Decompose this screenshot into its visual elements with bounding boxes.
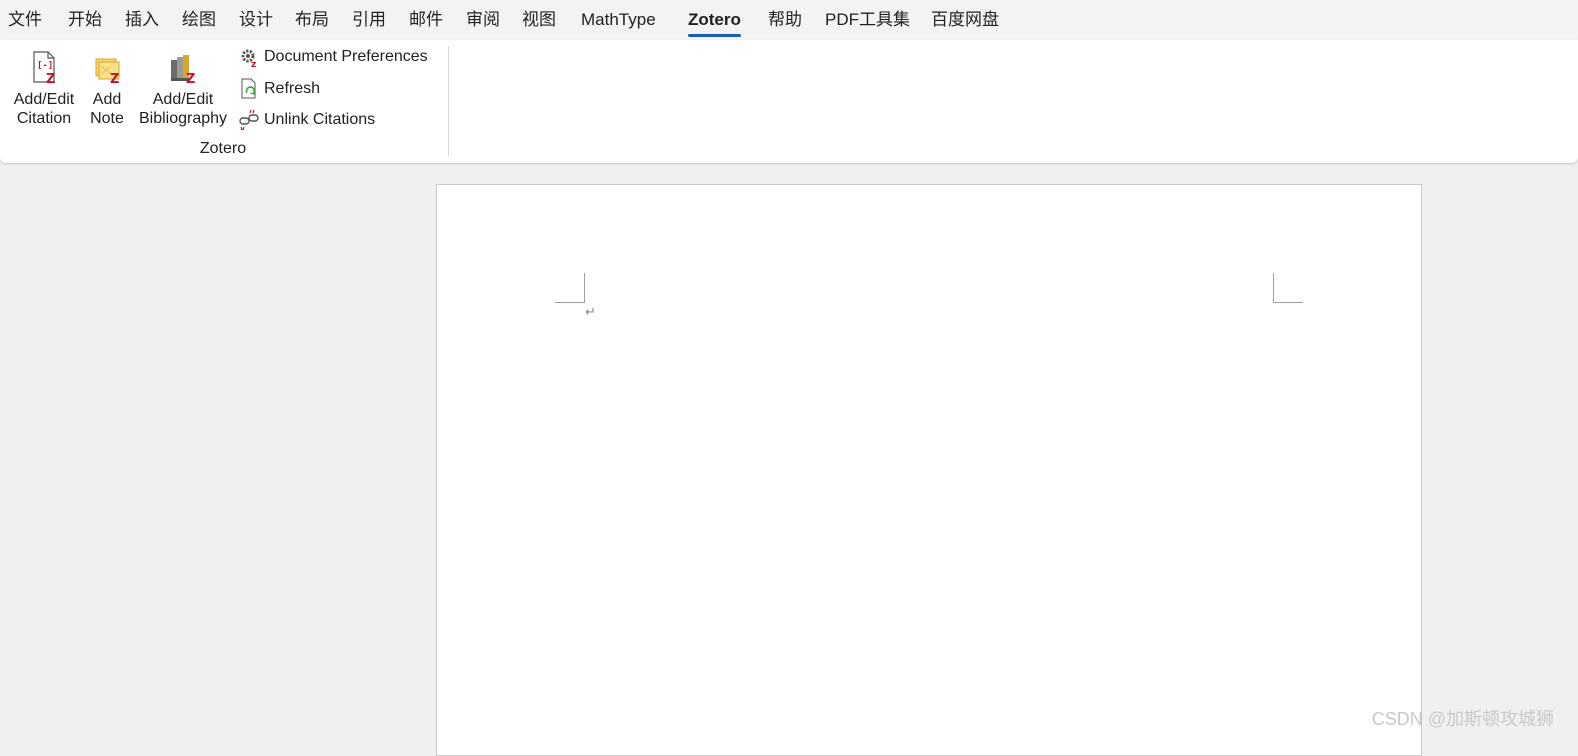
- svg-text:Z: Z: [186, 72, 195, 86]
- add-note-icon: Z: [95, 58, 120, 86]
- svg-text:Z: Z: [110, 72, 119, 86]
- add-edit-citation-button[interactable]: [-] Z Add/Edit Citation: [10, 50, 78, 128]
- refresh-button[interactable]: Refresh: [238, 76, 320, 102]
- add-edit-citation-label-line2: Citation: [16, 110, 72, 127]
- unlink-citations-button[interactable]: Unlink Citations: [238, 107, 375, 133]
- tab-help[interactable]: 帮助: [768, 8, 802, 32]
- svg-text:[-]: [-]: [37, 61, 53, 71]
- document-preferences-button[interactable]: z Document Preferences: [238, 44, 428, 70]
- add-edit-bibliography-button[interactable]: Z Add/Edit Bibliography: [136, 50, 230, 128]
- gear-icon: z: [241, 49, 256, 68]
- svg-text:Z: Z: [46, 72, 55, 86]
- add-edit-bibliography-icon: Z: [171, 55, 195, 86]
- refresh-icon: [241, 78, 256, 99]
- add-note-button[interactable]: Z Add Note: [86, 50, 128, 128]
- margin-corner-mark-left: [555, 273, 585, 303]
- unlink-citations-label: Unlink Citations: [264, 111, 376, 128]
- add-edit-bibliography-label-line1: Add/Edit: [152, 91, 214, 108]
- tab-zotero[interactable]: Zotero: [688, 8, 741, 37]
- refresh-label: Refresh: [264, 80, 321, 97]
- document-page[interactable]: ↵: [436, 184, 1422, 756]
- add-edit-bibliography-label-line2: Bibliography: [138, 110, 228, 127]
- add-note-label-line1: Add: [92, 91, 122, 108]
- tab-layout[interactable]: 布局: [295, 8, 329, 32]
- tab-home[interactable]: 开始: [68, 8, 102, 32]
- zotero-ribbon: [-] Z Add/Edit Citation Z Add Note Z Add…: [0, 40, 1578, 163]
- tab-review[interactable]: 审阅: [466, 8, 500, 32]
- tab-draw[interactable]: 绘图: [182, 8, 216, 32]
- unlink-icon: [239, 109, 259, 131]
- add-edit-citation-label-line1: Add/Edit: [13, 91, 75, 108]
- tab-file[interactable]: 文件: [8, 8, 42, 32]
- ribbon-group-label: Zotero: [199, 140, 247, 157]
- tab-mathtype[interactable]: MathType: [581, 8, 656, 32]
- svg-text:z: z: [251, 60, 256, 68]
- tab-baidu-netdisk[interactable]: 百度网盘: [931, 8, 999, 32]
- tab-mailings[interactable]: 邮件: [409, 8, 443, 32]
- add-note-label-line2: Note: [90, 110, 124, 127]
- watermark: CSDN @加斯顿攻城狮: [1371, 709, 1554, 729]
- ribbon-group-separator: [448, 46, 449, 156]
- tab-references[interactable]: 引用: [352, 8, 386, 32]
- tab-insert[interactable]: 插入: [125, 8, 159, 32]
- ribbon-tab-bar: 文件 开始 插入 绘图 设计 布局 引用 邮件 审阅 视图 MathType Z…: [0, 0, 1578, 40]
- add-edit-citation-icon: [-] Z: [33, 51, 55, 86]
- paragraph-mark: ↵: [585, 305, 596, 320]
- tab-view[interactable]: 视图: [522, 8, 556, 32]
- tab-pdf-tools[interactable]: PDF工具集: [825, 8, 910, 32]
- document-preferences-label: Document Preferences: [264, 48, 428, 65]
- margin-corner-mark-right: [1273, 273, 1303, 303]
- tab-design[interactable]: 设计: [239, 8, 273, 32]
